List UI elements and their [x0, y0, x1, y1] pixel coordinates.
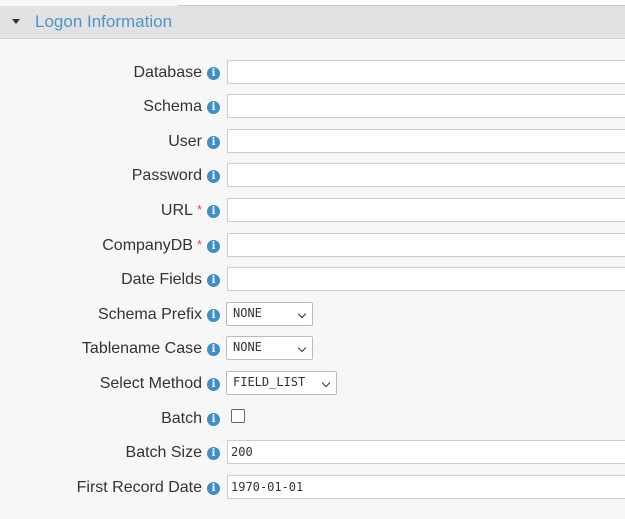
- field-label: URL *: [161, 202, 202, 220]
- field-schema-prefix: Schema Prefix i NONE: [0, 302, 625, 328]
- field-label: User: [168, 133, 202, 150]
- field-label: Password: [131, 167, 202, 184]
- field-label: Schema Prefix: [97, 306, 202, 323]
- chevron-down-icon: [297, 309, 307, 319]
- section-title: Logon Information: [35, 12, 173, 31]
- url-input[interactable]: [227, 198, 625, 222]
- field-companydb: CompanyDB * i: [0, 233, 625, 259]
- info-icon[interactable]: i: [207, 482, 220, 495]
- field-date-fields: Date Fields i: [0, 267, 625, 293]
- field-label: Batch: [161, 410, 202, 427]
- field-tablename-case: Tablename Case i NONE: [0, 336, 625, 362]
- companydb-label: CompanyDB: [102, 237, 193, 254]
- info-icon[interactable]: i: [207, 309, 220, 322]
- field-label: CompanyDB *: [102, 237, 202, 255]
- select-value: NONE: [233, 306, 262, 320]
- tablename-case-select[interactable]: NONE: [226, 336, 313, 360]
- field-label: Batch Size: [125, 444, 202, 461]
- schema-prefix-select[interactable]: NONE: [226, 302, 313, 326]
- field-label: Tablename Case: [81, 340, 202, 357]
- info-icon[interactable]: i: [207, 447, 220, 460]
- info-icon[interactable]: i: [207, 136, 220, 149]
- field-label: Date Fields: [121, 271, 202, 288]
- date-fields-input[interactable]: [227, 267, 625, 291]
- field-label: Database: [133, 64, 203, 81]
- info-icon[interactable]: i: [207, 274, 220, 287]
- info-icon[interactable]: i: [207, 413, 220, 426]
- field-database: Database i: [0, 60, 625, 86]
- info-icon[interactable]: i: [207, 205, 220, 218]
- required-marker: *: [196, 237, 202, 252]
- chevron-down-icon: [297, 343, 307, 353]
- select-value: NONE: [233, 340, 262, 354]
- field-first-record-date: First Record Date i 1970-01-01: [0, 475, 625, 501]
- batch-checkbox[interactable]: [231, 409, 245, 423]
- batch-size-input[interactable]: 200: [227, 440, 625, 464]
- field-label: Schema: [143, 98, 202, 115]
- companydb-input[interactable]: [227, 233, 625, 257]
- select-value: FIELD_LIST: [233, 375, 306, 389]
- password-input[interactable]: [227, 163, 625, 187]
- info-icon[interactable]: i: [207, 240, 220, 253]
- section-header[interactable]: Logon Information: [0, 6, 625, 39]
- required-marker: *: [196, 202, 202, 217]
- field-select-method: Select Method i FIELD_LIST: [0, 371, 625, 397]
- field-label: Select Method: [99, 375, 202, 392]
- select-method-select[interactable]: FIELD_LIST: [226, 371, 337, 395]
- schema-input[interactable]: [227, 94, 625, 118]
- info-icon[interactable]: i: [207, 101, 220, 114]
- field-label: First Record Date: [76, 479, 202, 496]
- field-batch-size: Batch Size i 200: [0, 440, 625, 466]
- field-url: URL * i: [0, 198, 625, 224]
- first-record-date-input[interactable]: 1970-01-01: [227, 475, 625, 499]
- field-password: Password i: [0, 163, 625, 189]
- info-icon[interactable]: i: [207, 378, 220, 391]
- database-input[interactable]: [227, 60, 625, 84]
- field-schema: Schema i: [0, 94, 625, 120]
- info-icon[interactable]: i: [207, 343, 220, 356]
- chevron-down-icon: [321, 378, 331, 388]
- field-user: User i: [0, 129, 625, 155]
- info-icon[interactable]: i: [207, 170, 220, 183]
- url-label: URL: [160, 202, 193, 219]
- field-batch: Batch i: [0, 406, 625, 432]
- user-input[interactable]: [227, 129, 625, 153]
- caret-down-icon[interactable]: [12, 19, 20, 24]
- info-icon[interactable]: i: [207, 67, 220, 80]
